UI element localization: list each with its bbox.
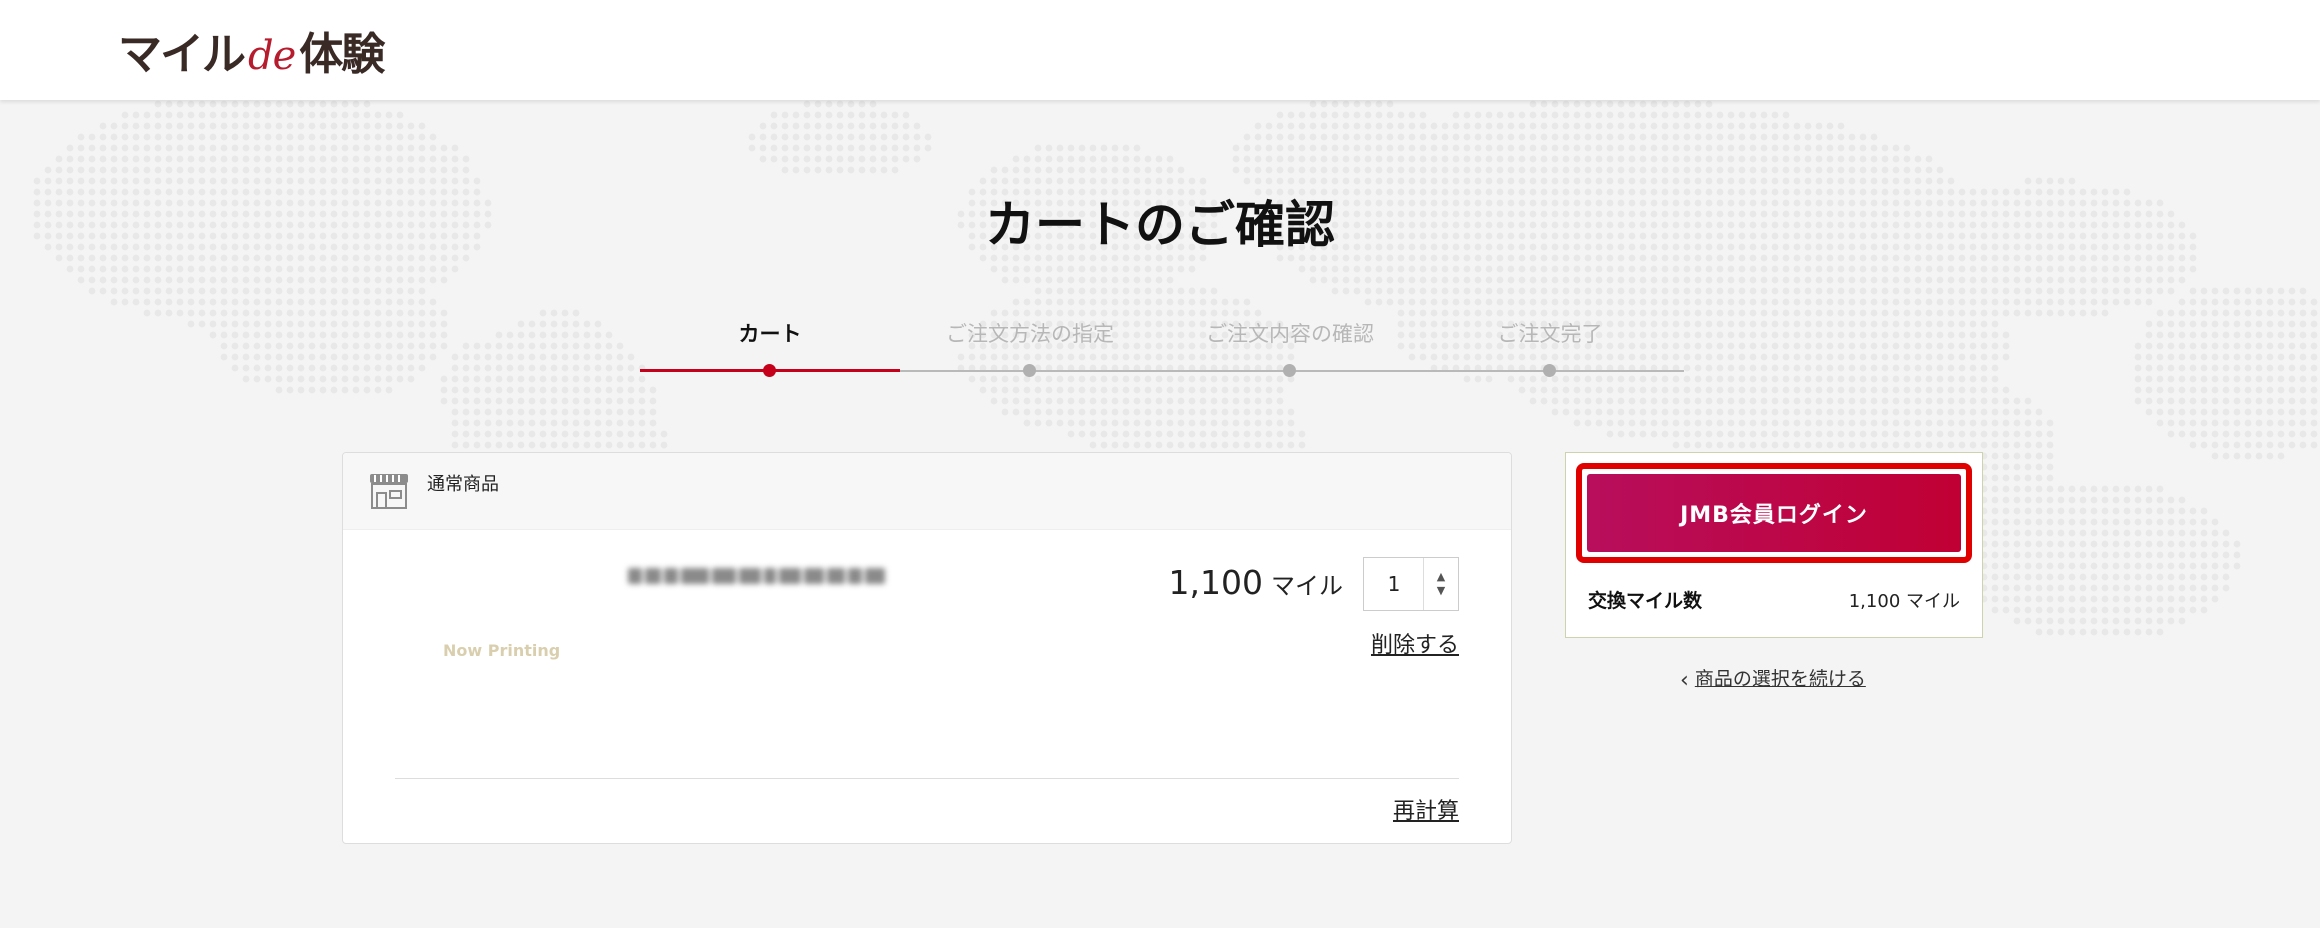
- cart-card: 通常商品 Now Printing 1,100 マイル 1 ▲ ▼ 削除する 再計…: [342, 452, 1512, 844]
- exchange-miles-label: 交換マイル数: [1588, 590, 1703, 612]
- item-miles-amount: 1,100: [1168, 563, 1263, 602]
- logo-text-de: de: [248, 33, 296, 79]
- item-miles: 1,100 マイル: [1169, 563, 1343, 602]
- step-label: ご注文方法の指定: [946, 322, 1114, 346]
- step-label: ご注文完了: [1497, 322, 1603, 346]
- step-dot: [1283, 364, 1296, 377]
- step-dot: [763, 364, 776, 377]
- order-summary-card: JMB会員ログイン 交換マイル数 1,100 マイル: [1565, 452, 1983, 638]
- logo-text-taiken: 体験: [299, 29, 385, 80]
- delete-item-link[interactable]: 削除する: [1371, 627, 1459, 659]
- continue-shopping-label: 商品の選択を続ける: [1694, 668, 1866, 690]
- product-thumbnail[interactable]: Now Printing: [443, 641, 560, 660]
- page-root: マイル de 体験 カートのご確認 カート ご注文方法の指定 ご注文内容の確認 …: [0, 0, 2320, 928]
- section-label: 通常商品: [427, 474, 499, 495]
- step-label: ご注文内容の確認: [1206, 322, 1374, 346]
- step-dot: [1023, 364, 1036, 377]
- continue-shopping-link[interactable]: ‹ 商品の選択を続ける: [1680, 664, 1866, 693]
- divider: [395, 778, 1459, 779]
- product-name-redacted[interactable]: [628, 563, 890, 589]
- logo-text-mile: マイル: [118, 29, 246, 80]
- exchange-miles-value: 1,100 マイル: [1848, 591, 1960, 612]
- decrement-arrow-icon[interactable]: ▼: [1437, 584, 1445, 598]
- step-cart: カート: [640, 318, 900, 377]
- recalculate-link[interactable]: 再計算: [1393, 793, 1459, 825]
- step-order-review: ご注文内容の確認: [1160, 318, 1420, 377]
- page-title: カートのご確認: [985, 196, 1335, 254]
- order-progress-stepper: カート ご注文方法の指定 ご注文内容の確認 ご注文完了: [640, 318, 1684, 378]
- quantity-value[interactable]: 1: [1364, 558, 1424, 610]
- site-header: マイル de 体験: [0, 0, 2320, 100]
- item-miles-unit: マイル: [1271, 572, 1343, 600]
- store-icon: [370, 474, 408, 509]
- step-label: カート: [738, 322, 802, 346]
- quantity-spin-buttons[interactable]: ▲ ▼: [1423, 558, 1458, 610]
- chevron-left-icon: ‹: [1680, 668, 1689, 693]
- increment-arrow-icon[interactable]: ▲: [1437, 570, 1445, 584]
- quantity-stepper[interactable]: 1 ▲ ▼: [1363, 557, 1459, 611]
- site-logo[interactable]: マイル de 体験: [118, 18, 385, 80]
- step-dot: [1543, 364, 1556, 377]
- jmb-login-button[interactable]: JMB会員ログイン: [1587, 474, 1961, 552]
- step-order-method: ご注文方法の指定: [900, 318, 1160, 377]
- cart-section-header: 通常商品: [343, 453, 1511, 530]
- step-order-complete: ご注文完了: [1420, 318, 1680, 377]
